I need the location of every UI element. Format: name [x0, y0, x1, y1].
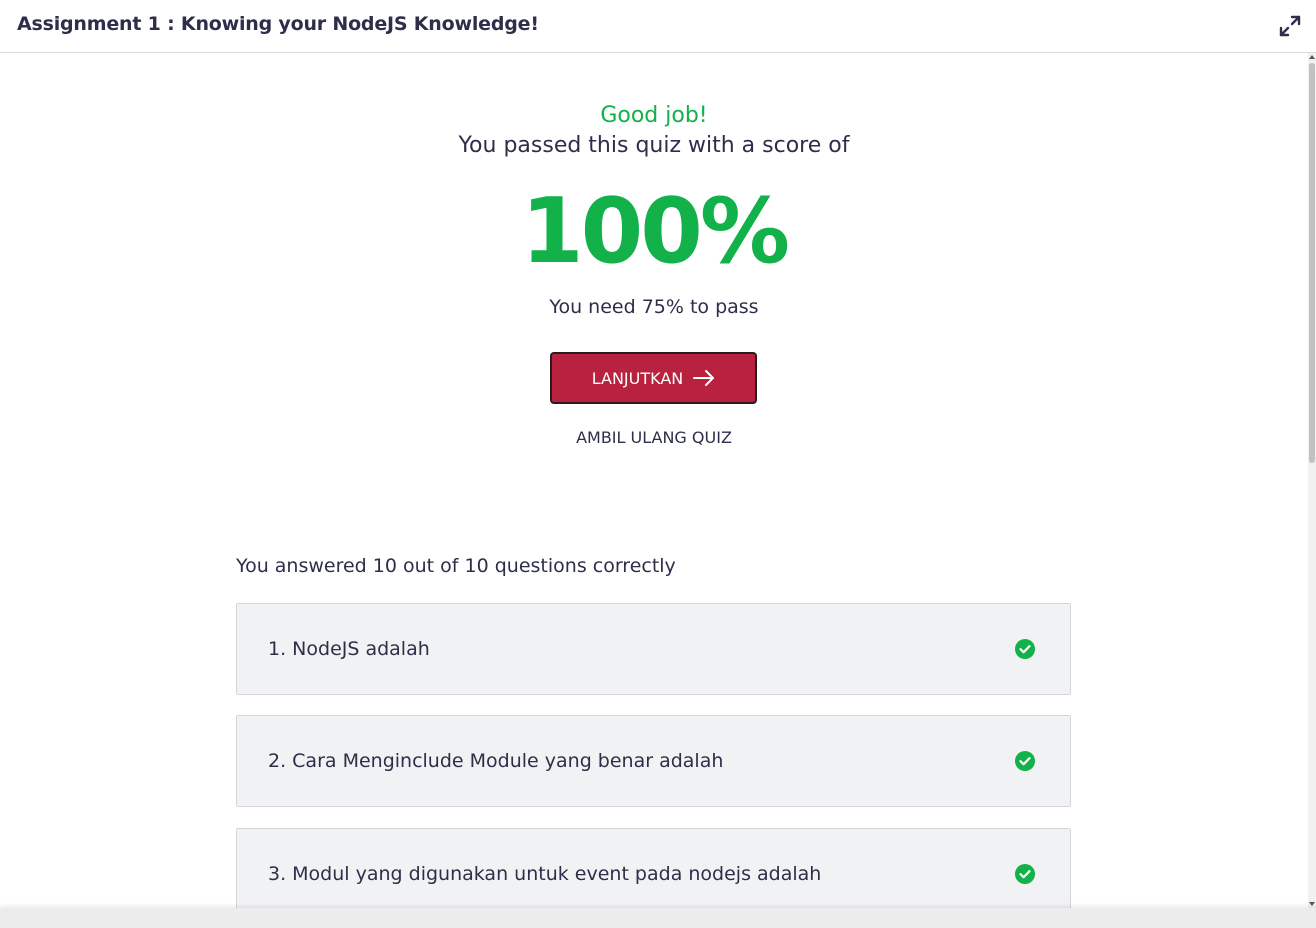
pass-requirement: You need 75% to pass	[549, 296, 759, 318]
vertical-scrollbar[interactable]	[1308, 53, 1316, 908]
scrollbar-thumb[interactable]	[1309, 63, 1315, 463]
question-label: 3. Modul yang digunakan untuk event pada…	[268, 863, 822, 885]
question-card[interactable]: 2. Cara Menginclude Module yang benar ad…	[236, 715, 1071, 807]
result-subheadline: You passed this quiz with a score of	[458, 133, 850, 158]
expand-arrows-icon	[1279, 15, 1301, 37]
question-label: 1. NodeJS adalah	[268, 638, 430, 660]
answers-summary: You answered 10 out of 10 questions corr…	[236, 555, 676, 577]
bottom-bar	[0, 908, 1316, 928]
question-label: 2. Cara Menginclude Module yang benar ad…	[268, 750, 724, 772]
check-circle-icon	[1015, 639, 1035, 659]
question-card[interactable]: 1. NodeJS adalah	[236, 603, 1071, 695]
retake-quiz-button[interactable]: AMBIL ULANG QUIZ	[0, 428, 1308, 447]
score-value: 100%	[520, 179, 790, 284]
check-circle-icon	[1015, 751, 1035, 771]
quiz-header: Assignment 1 : Knowing your NodeJS Knowl…	[0, 0, 1316, 53]
continue-button[interactable]: LANJUTKAN	[550, 352, 757, 404]
result-headline: Good job!	[600, 103, 708, 128]
scroll-up-icon[interactable]	[1309, 55, 1315, 59]
page-title: Assignment 1 : Knowing your NodeJS Knowl…	[17, 13, 539, 35]
continue-button-label: LANJUTKAN	[591, 368, 684, 388]
scroll-down-icon[interactable]	[1309, 902, 1315, 906]
arrow-right-icon	[693, 370, 715, 386]
expand-button[interactable]	[1278, 14, 1302, 38]
check-circle-icon	[1015, 864, 1035, 884]
quiz-result-panel: Good job! You passed this quiz with a sc…	[0, 53, 1308, 908]
question-card[interactable]: 3. Modul yang digunakan untuk event pada…	[236, 828, 1071, 908]
